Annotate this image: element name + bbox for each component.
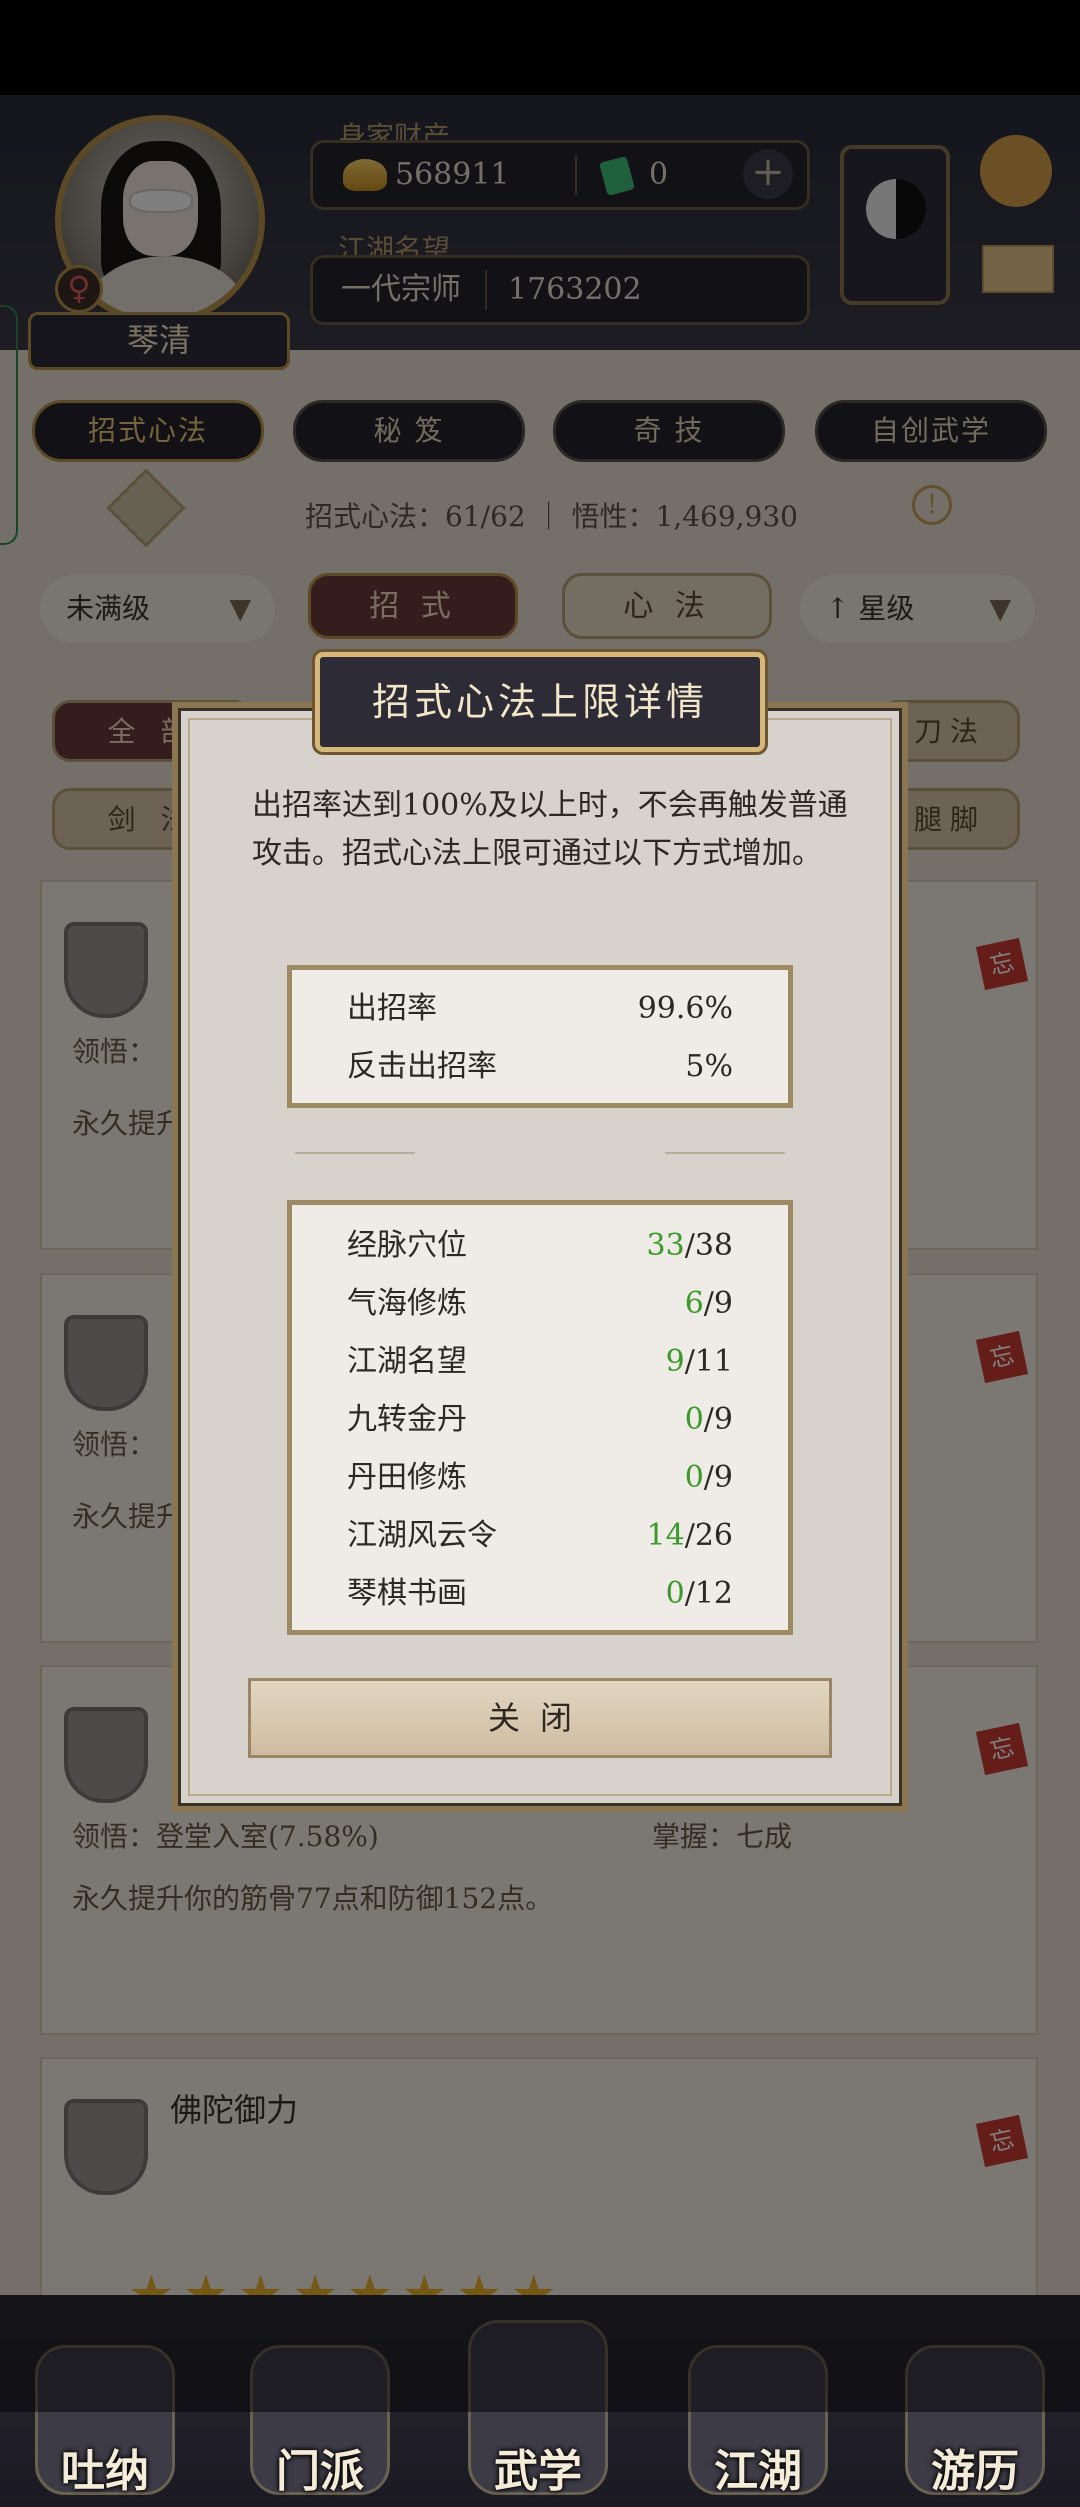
source-label: 九转金丹 [347,1402,467,1437]
source-row: 琴棋书画 0/12 [347,1565,733,1623]
source-current: 6 [684,1286,704,1321]
ornament-divider [295,1148,785,1158]
source-max: /11 [684,1344,733,1379]
sources-panel: 经脉穴位 33/38 气海修炼 6/9 江湖名望 9/11 九转金丹 0/9 丹… [287,1200,793,1635]
source-row: 丹田修炼 0/9 [347,1449,733,1507]
rate-row: 出招率 99.6% [347,980,733,1038]
nav-label-breathe[interactable]: 吐纳 [25,2435,185,2499]
source-current: 33 [646,1228,685,1263]
rate-label: 出招率 [347,991,437,1026]
nav-label-martial[interactable]: 武学 [458,2435,618,2499]
source-current: 0 [684,1460,704,1495]
dialog-description: 出招率达到100%及以上时，不会再触发普通攻击。招式心法上限可通过以下方式增加。 [252,788,848,871]
source-label: 经脉穴位 [347,1228,467,1263]
rate-label: 反击出招率 [347,1049,497,1084]
rate-value: 5% [685,1049,733,1084]
source-label: 江湖名望 [347,1344,467,1379]
source-label: 琴棋书画 [347,1576,467,1611]
source-max: /38 [684,1228,733,1263]
rate-panel: 出招率 99.6% 反击出招率 5% [287,965,793,1108]
source-row: 九转金丹 0/9 [347,1391,733,1449]
nav-label-sect[interactable]: 门派 [240,2435,400,2499]
source-current: 0 [665,1576,685,1611]
source-row: 江湖风云令 14/26 [347,1507,733,1565]
close-button[interactable]: 关闭 [248,1678,832,1758]
rate-row: 反击出招率 5% [347,1038,733,1096]
source-max: /12 [684,1576,733,1611]
source-row: 江湖名望 9/11 [347,1333,733,1391]
source-current: 9 [665,1344,685,1379]
source-row: 气海修炼 6/9 [347,1275,733,1333]
source-current: 0 [684,1402,704,1437]
source-max: /9 [703,1402,733,1437]
source-row: 经脉穴位 33/38 [347,1217,733,1275]
source-label: 气海修炼 [347,1286,467,1321]
source-label: 江湖风云令 [347,1518,497,1553]
source-max: /26 [684,1518,733,1553]
source-max: /9 [703,1286,733,1321]
dialog-title: 招式心法上限详情 [315,652,765,752]
nav-label-travel[interactable]: 游历 [895,2435,1055,2499]
rate-value: 99.6% [637,991,733,1026]
source-current: 14 [646,1518,685,1553]
nav-label-jianghu[interactable]: 江湖 [678,2435,838,2499]
source-max: /9 [703,1460,733,1495]
source-label: 丹田修炼 [347,1460,467,1495]
